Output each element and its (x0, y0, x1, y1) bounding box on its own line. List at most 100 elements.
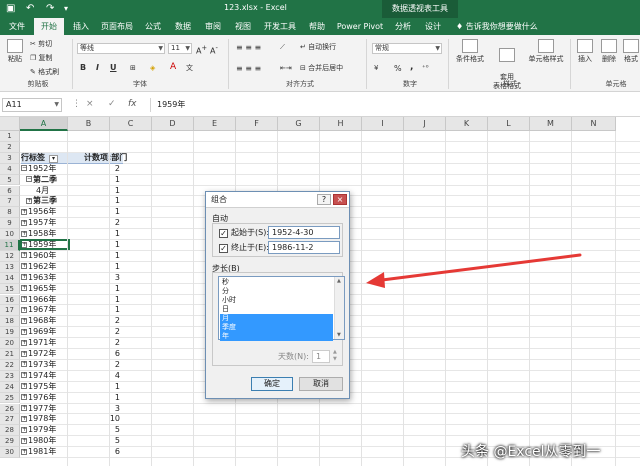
pivot-value-cell[interactable]: 2 (74, 338, 122, 349)
customize-quick-access-icon[interactable]: ▾ (64, 3, 68, 15)
pivot-row-label[interactable]: +1978年 (21, 414, 69, 425)
enter-icon[interactable]: ✓ (108, 99, 116, 109)
pivot-value-cell[interactable]: 1 (74, 229, 122, 240)
row-header[interactable]: 14 (0, 272, 20, 284)
row-header[interactable]: 9 (0, 218, 20, 230)
step-option[interactable]: 日 (220, 305, 333, 314)
expand-icon[interactable]: + (21, 328, 27, 335)
close-button[interactable]: × (333, 194, 347, 205)
pivot-value-cell[interactable]: 1 (74, 196, 122, 207)
pivot-row-label[interactable]: +1973年 (21, 360, 69, 371)
pivot-value-cell[interactable]: 2 (74, 164, 122, 175)
tab-page-layout[interactable]: 页面布局 (98, 18, 136, 35)
underline-button[interactable]: U (110, 63, 117, 73)
column-header-f[interactable]: F (236, 117, 278, 131)
grow-font-button[interactable]: A+ (196, 44, 207, 56)
currency-icon[interactable]: ¥ (374, 64, 378, 73)
pivot-row-label[interactable]: +1981年 (21, 447, 69, 458)
column-header-m[interactable]: M (530, 117, 572, 131)
expand-icon[interactable]: + (21, 285, 27, 292)
delete-cells-button[interactable]: 删除 (598, 39, 620, 64)
row-header[interactable]: 11 (0, 240, 20, 251)
pivot-row-label[interactable]: +1969年 (21, 327, 69, 338)
column-header-a[interactable]: A (20, 117, 68, 131)
pivot-value-cell[interactable]: 2 (74, 360, 122, 371)
tab-data[interactable]: 数据 (170, 18, 196, 35)
name-box[interactable]: A11 ▼ (2, 98, 62, 112)
pivot-row-label[interactable]: +1975年 (21, 382, 69, 393)
expand-icon[interactable]: + (21, 372, 27, 379)
expand-icon[interactable]: + (21, 230, 27, 237)
expand-icon[interactable]: + (21, 426, 27, 433)
step-option[interactable]: 小时 (220, 296, 333, 305)
row-header[interactable]: 18 (0, 316, 20, 328)
pivot-value-cell[interactable]: 2 (74, 316, 122, 327)
pivot-value-cell[interactable]: 5 (74, 425, 122, 436)
tab-help[interactable]: 帮助 (304, 18, 330, 35)
column-header-i[interactable]: I (362, 117, 404, 131)
expand-icon[interactable]: + (21, 296, 27, 302)
orientation-icon[interactable]: ⟋ (280, 43, 285, 52)
expand-icon[interactable]: + (21, 306, 27, 313)
pivot-row-label[interactable]: −第二季 (21, 175, 69, 186)
column-header-n[interactable]: N (572, 117, 616, 131)
pivot-row-label[interactable]: 4月 (21, 186, 69, 197)
copy-button[interactable]: ❐ 复制 (30, 54, 53, 63)
pivot-value-cell[interactable]: 3 (74, 273, 122, 284)
merge-center-button[interactable]: ⊟ 合并后居中 (300, 64, 343, 73)
pivot-value-cell[interactable]: 1 (74, 175, 122, 186)
pivot-value-cell[interactable]: 3 (74, 404, 122, 415)
row-header[interactable]: 3 (0, 152, 20, 164)
days-spinner-icon[interactable]: ▲ ▼ (333, 349, 337, 363)
expand-icon[interactable]: + (21, 405, 27, 411)
tab-review[interactable]: 审阅 (200, 18, 226, 35)
pivot-value-cell[interactable]: 1 (74, 251, 122, 262)
decimal-icon[interactable]: ⁺⁰ (422, 64, 429, 73)
expand-icon[interactable]: + (21, 394, 27, 401)
pivot-value-cell[interactable]: 1 (74, 186, 122, 197)
pivot-row-label[interactable]: +1960年 (21, 251, 69, 262)
scroll-down-icon[interactable]: ▼ (337, 332, 341, 338)
expand-icon[interactable]: + (21, 383, 27, 390)
conditional-format-button[interactable]: 条件格式 (453, 39, 487, 64)
ok-button[interactable]: 确定 (251, 377, 293, 391)
expand-icon[interactable]: + (21, 437, 27, 444)
pivot-row-label[interactable]: +1971年 (21, 338, 69, 349)
expand-icon[interactable]: + (26, 197, 32, 204)
pivot-value-header[interactable]: 计数项:部门 (84, 153, 140, 164)
tab-formulas[interactable]: 公式 (140, 18, 166, 35)
column-header-k[interactable]: K (446, 117, 488, 131)
phonetic-icon[interactable]: 文 (186, 64, 193, 73)
row-header[interactable]: 23 (0, 370, 20, 382)
pivot-row-label[interactable]: +1963年 (21, 273, 69, 284)
wrap-text-button[interactable]: ↵ 自动换行 (300, 43, 336, 52)
pivot-row-label[interactable]: +1972年 (21, 349, 69, 360)
expand-icon[interactable]: + (21, 448, 27, 455)
pivot-row-label[interactable]: +1967年 (21, 305, 69, 316)
row-header[interactable]: 20 (0, 338, 20, 349)
row-header[interactable]: 19 (0, 327, 20, 339)
redo-icon[interactable]: ↷ (46, 3, 54, 15)
collapse-icon[interactable]: − (21, 165, 27, 172)
help-button[interactable]: ? (317, 194, 331, 205)
row-header[interactable]: 8 (0, 207, 20, 219)
formula-input[interactable]: 1959年 (150, 98, 638, 112)
expand-icon[interactable]: + (21, 252, 27, 259)
pivot-value-cell[interactable]: 5 (74, 436, 122, 447)
tab-home[interactable]: 开始 (34, 18, 64, 35)
row-header[interactable]: 12 (0, 250, 20, 262)
tab-developer[interactable]: 开发工具 (260, 18, 300, 35)
align-top-icon[interactable]: ≡ ≡ ≡ (236, 43, 261, 52)
pivot-value-cell[interactable]: 1 (74, 207, 122, 218)
step-listbox[interactable]: 秒分小时日月季度年 ▲ ▼ (218, 276, 345, 341)
pivot-row-label[interactable]: +1980年 (21, 436, 69, 447)
column-header-j[interactable]: J (404, 117, 446, 131)
pivot-row-label[interactable]: +1962年 (21, 262, 69, 273)
row-header[interactable]: 17 (0, 305, 20, 317)
save-icon[interactable]: ▣ (6, 3, 15, 15)
row-header[interactable]: 28 (0, 425, 20, 437)
scroll-up-icon[interactable]: ▲ (337, 278, 341, 284)
pivot-value-cell[interactable]: 2 (74, 327, 122, 338)
pivot-value-cell[interactable]: 1 (74, 284, 122, 295)
tell-me-box[interactable]: ♦ 告诉我你想要做什么 (456, 18, 538, 35)
